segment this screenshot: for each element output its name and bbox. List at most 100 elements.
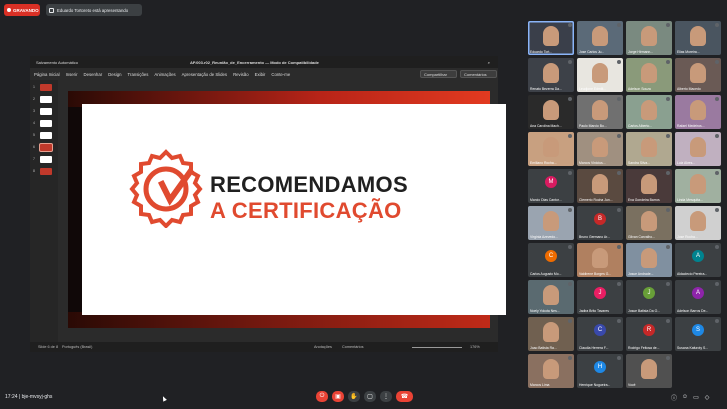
participant-tile[interactable]: H Henrique Nogueira... bbox=[577, 354, 623, 388]
participant-tile[interactable]: Marcos Vinicius... bbox=[577, 132, 623, 166]
participant-name: Valdirene Borges G... bbox=[579, 272, 612, 276]
ribbon-tab[interactable]: Desenhar bbox=[84, 72, 103, 77]
slide-thumbnail[interactable] bbox=[40, 156, 52, 163]
slide-white-card: RECOMENDAMOS A CERTIFICAÇÃO bbox=[82, 104, 506, 315]
participant-tile[interactable]: Renato Bezerra Da... bbox=[528, 58, 574, 92]
participant-tile[interactable]: C Carlos Augusto Mo... bbox=[528, 243, 574, 277]
participant-tile[interactable]: Jose Carlos Ju... bbox=[577, 21, 623, 55]
ribbon-tab[interactable]: Transições bbox=[128, 72, 149, 77]
ribbon-tab[interactable]: Conte-me bbox=[271, 72, 290, 77]
slide-thumbnail[interactable] bbox=[40, 108, 52, 115]
participant-name: Marcio Dias Cantor... bbox=[530, 198, 562, 202]
mic-muted-icon bbox=[666, 245, 670, 249]
participant-tile[interactable]: Jorge Hirmann... bbox=[626, 21, 672, 55]
zoom-slider[interactable] bbox=[412, 347, 462, 348]
slide-thumbnails: 1 2 3 4 5 6 7 8 bbox=[30, 80, 58, 342]
presentation-stage: Salvamento Automático AP.003.r02_Reunião… bbox=[30, 56, 506, 352]
participant-video bbox=[641, 137, 657, 157]
slide-thumbnail[interactable] bbox=[40, 144, 52, 151]
participant-tile[interactable]: Sandra Silva... bbox=[626, 132, 672, 166]
mic-muted-icon bbox=[617, 23, 621, 27]
slide-thumbnail[interactable] bbox=[40, 132, 52, 139]
participants-grid: Eduardo Tort... Jose Carlos Ju... Jorge Hi… bbox=[528, 21, 725, 389]
mic-muted-icon bbox=[666, 171, 670, 175]
mic-muted-icon bbox=[568, 245, 572, 249]
search-icon[interactable]: ⌕ bbox=[488, 60, 490, 65]
participant-tile[interactable]: Joao Batista Ra... bbox=[528, 317, 574, 351]
participant-tile[interactable]: Eduardo Tort... bbox=[528, 21, 574, 55]
participant-tile[interactable]: A Aldaclecio Pereira... bbox=[675, 243, 721, 277]
participant-tile[interactable]: J Jadira Brito Tavares bbox=[577, 280, 623, 314]
comments-status-button[interactable]: Comentários bbox=[342, 345, 364, 349]
participant-tile[interactable]: Jose Rocha... bbox=[675, 206, 721, 240]
participant-tile[interactable]: Josue Andrade... bbox=[626, 243, 672, 277]
participant-video bbox=[543, 100, 559, 120]
participant-name: Bruno Germano Ar... bbox=[579, 235, 610, 239]
slide-thumbnail[interactable] bbox=[40, 84, 52, 91]
mic-muted-icon bbox=[568, 171, 572, 175]
raise-hand-button[interactable]: ✋ bbox=[348, 391, 360, 402]
slide-thumbnail[interactable] bbox=[40, 96, 52, 103]
comments-button[interactable]: Comentários bbox=[460, 70, 497, 78]
ribbon-tab[interactable]: Animações bbox=[154, 72, 175, 77]
participant-tile[interactable]: J Josue Batista Da O... bbox=[626, 280, 672, 314]
participant-tile[interactable]: Leudjone Edmilt... bbox=[577, 58, 623, 92]
mic-muted-icon bbox=[617, 356, 621, 360]
participant-tile[interactable]: M Marcio Dias Cantor... bbox=[528, 169, 574, 203]
participant-tile[interactable]: Você bbox=[626, 354, 672, 388]
participant-tile[interactable]: Noely Yokota Nes... bbox=[528, 280, 574, 314]
participant-tile[interactable]: Paulo Marcio Bo... bbox=[577, 95, 623, 129]
chat-icon[interactable]: ▭ bbox=[692, 393, 700, 401]
info-icon[interactable]: ⓘ bbox=[670, 393, 678, 402]
thumbnail-number: 1 bbox=[33, 85, 35, 89]
ribbon-tab[interactable]: Revisão bbox=[233, 72, 249, 77]
participant-tile[interactable]: Elias Moreira... bbox=[675, 21, 721, 55]
participant-video bbox=[592, 100, 608, 120]
participant-tile[interactable]: Carlos Alberto... bbox=[626, 95, 672, 129]
participant-tile[interactable]: A Adelson Barros De... bbox=[675, 280, 721, 314]
share-button[interactable]: Compartilhar bbox=[420, 70, 457, 78]
participant-tile[interactable]: Valdirene Borges G... bbox=[577, 243, 623, 277]
participant-tile[interactable]: Luiz Alves... bbox=[675, 132, 721, 166]
participant-tile[interactable]: Adelson Souza bbox=[626, 58, 672, 92]
participant-tile[interactable]: Gilvan Carvalho... bbox=[626, 206, 672, 240]
side-panel-icons: ⓘ ☺ ▭ ◇ bbox=[670, 393, 714, 402]
participant-tile[interactable]: C Claudia Herrera F... bbox=[577, 317, 623, 351]
people-icon[interactable]: ☺ bbox=[681, 393, 689, 401]
participant-name: Linda Mesquita... bbox=[677, 198, 703, 202]
participant-tile[interactable]: Rafael Medeiros... bbox=[675, 95, 721, 129]
presenter-chip[interactable]: Eduardo Tortoreto está apresentando bbox=[46, 4, 142, 16]
ribbon-tab[interactable]: Apresentação de Slides bbox=[182, 72, 227, 77]
participant-tile[interactable]: Emiliano Rocha... bbox=[528, 132, 574, 166]
participant-video bbox=[543, 285, 559, 305]
participant-tile[interactable]: Clemerio Rocha Jun... bbox=[577, 169, 623, 203]
present-button[interactable]: ▢ bbox=[364, 391, 376, 402]
participant-tile[interactable]: Virginia Azevedo... bbox=[528, 206, 574, 240]
participant-tile[interactable]: B Bruno Germano Ar... bbox=[577, 206, 623, 240]
participant-name: Alberto Macedo bbox=[677, 87, 701, 91]
ribbon-tab[interactable]: Design bbox=[108, 72, 121, 77]
thumbnail-number: 7 bbox=[33, 157, 35, 161]
participant-tile[interactable]: Linda Mesquita... bbox=[675, 169, 721, 203]
participant-tile[interactable]: Ana Carolina Mach... bbox=[528, 95, 574, 129]
slide-thumbnail[interactable] bbox=[40, 120, 52, 127]
ribbon-tab[interactable]: Inserir bbox=[66, 72, 78, 77]
camera-off-button[interactable]: ▣ bbox=[332, 391, 344, 402]
mic-muted-icon bbox=[617, 171, 621, 175]
more-options-button[interactable]: ⋮ bbox=[380, 391, 392, 402]
participant-name: Adelson Souza bbox=[628, 87, 651, 91]
participant-tile[interactable]: Marcos Lima bbox=[528, 354, 574, 388]
participant-name: Ana Carolina Mach... bbox=[530, 124, 562, 128]
recording-label: GRAVANDO bbox=[13, 7, 39, 13]
slide-thumbnail[interactable] bbox=[40, 168, 52, 175]
ribbon-tab[interactable]: Exibir bbox=[255, 72, 266, 77]
activities-icon[interactable]: ◇ bbox=[703, 393, 711, 401]
notes-button[interactable]: Anotações bbox=[314, 345, 332, 349]
participant-tile[interactable]: R Rodrigo Feitosa de... bbox=[626, 317, 672, 351]
ribbon-tab[interactable]: Página Inicial bbox=[34, 72, 60, 77]
end-call-button[interactable]: ☎ bbox=[396, 391, 413, 402]
participant-tile[interactable]: Alberto Macedo bbox=[675, 58, 721, 92]
participant-tile[interactable]: Eva Gondeira Barros bbox=[626, 169, 672, 203]
mic-off-button[interactable]: ⏻ bbox=[316, 391, 328, 402]
participant-tile[interactable]: S Susana Kafuroty S... bbox=[675, 317, 721, 351]
